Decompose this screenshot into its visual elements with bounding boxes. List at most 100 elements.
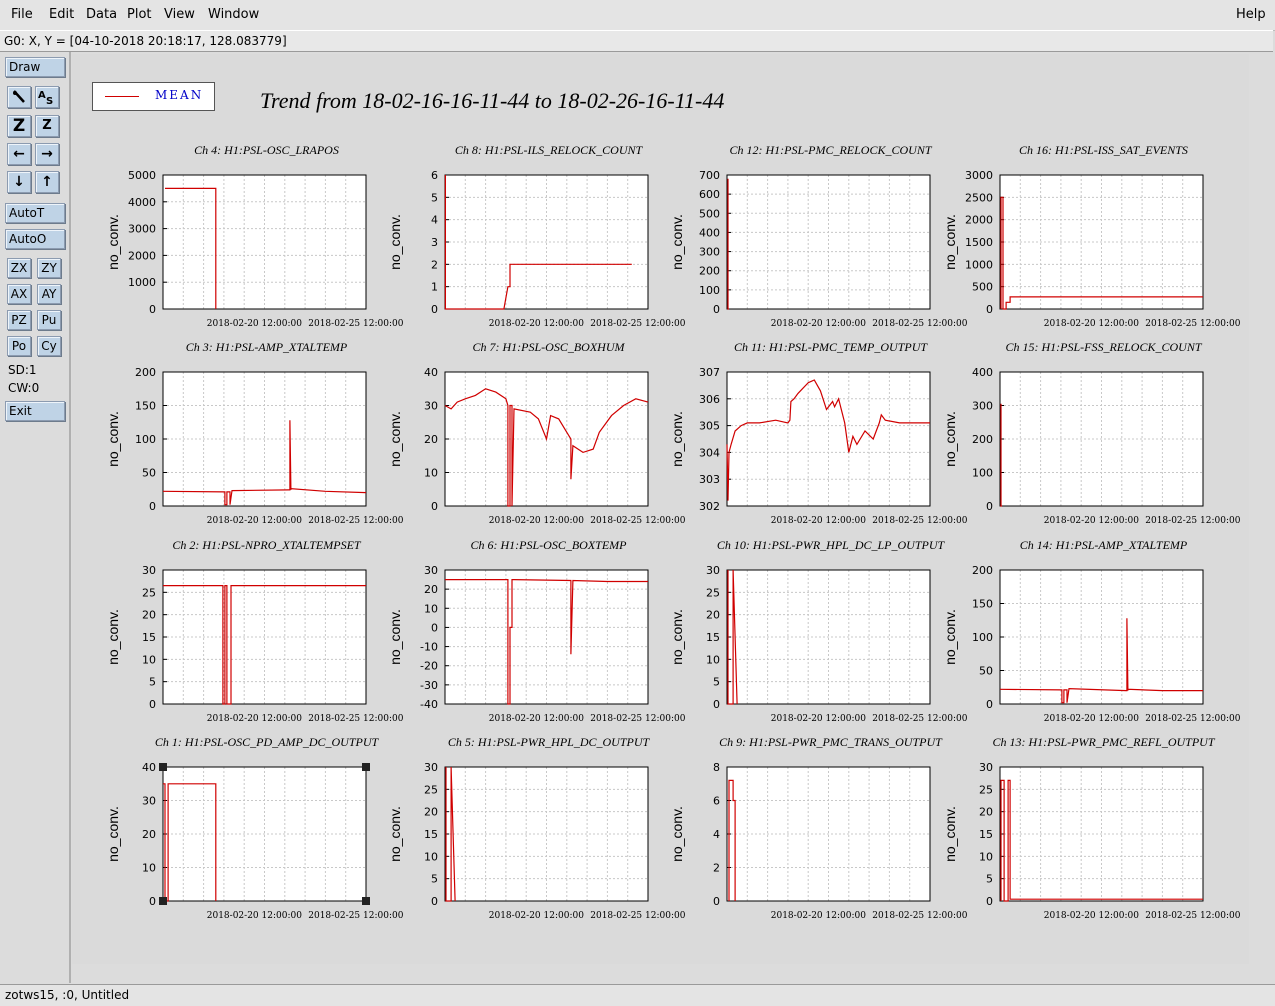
y-tick-label: 2000	[128, 249, 156, 262]
chart-title: Ch 12: H1:PSL-PMC_RELOCK_COUNT	[729, 143, 932, 157]
y-tick-label: 400	[699, 226, 720, 239]
y-axis-label: no_conv.	[387, 806, 403, 862]
y-tick-label: 0	[986, 303, 993, 316]
y-tick-label: 600	[699, 188, 720, 201]
x-tick-label: 2018-02-20 12:00:00	[207, 911, 302, 921]
y-tick-label: 5	[713, 676, 720, 689]
y-tick-label: 200	[135, 366, 156, 379]
y-tick-label: -30	[420, 679, 438, 692]
y-tick-label: 2	[713, 862, 720, 875]
y-tick-label: 150	[135, 400, 156, 413]
y-tick-label: 100	[972, 467, 993, 480]
x-tick-label: 2018-02-20 12:00:00	[1044, 911, 1139, 921]
chart-title: Ch 1: H1:PSL-OSC_PD_AMP_DC_OUTPUT	[155, 735, 380, 749]
selection-handle	[159, 897, 167, 905]
y-axis-label: no_conv.	[942, 806, 958, 862]
y-tick-label: 300	[972, 400, 993, 413]
x-tick-label: 2018-02-20 12:00:00	[489, 319, 584, 329]
y-tick-label: 25	[706, 586, 720, 599]
y-tick-label: 15	[979, 828, 993, 841]
y-tick-label: 50	[979, 665, 993, 678]
y-axis-label: no_conv.	[387, 411, 403, 467]
y-tick-label: 500	[699, 207, 720, 220]
x-tick-label: 2018-02-25 12:00:00	[1145, 911, 1240, 921]
x-tick-label: 2018-02-25 12:00:00	[872, 319, 967, 329]
y-tick-label: 200	[699, 265, 720, 278]
y-tick-label: -10	[420, 641, 438, 654]
y-tick-label: 6	[431, 169, 438, 182]
y-tick-label: 4	[431, 214, 438, 227]
y-axis-label: no_conv.	[942, 609, 958, 665]
y-tick-label: 2000	[965, 214, 993, 227]
y-tick-label: 700	[699, 169, 720, 182]
y-tick-label: 15	[142, 631, 156, 644]
y-axis-label: no_conv.	[942, 411, 958, 467]
y-axis-label: no_conv.	[387, 609, 403, 665]
status-bar: zotws15, :0, Untitled	[0, 984, 1275, 1006]
y-tick-label: 2	[431, 258, 438, 271]
chart-title: Ch 8: H1:PSL-ILS_RELOCK_COUNT	[455, 143, 644, 157]
y-tick-label: 1000	[965, 258, 993, 271]
y-tick-label: 30	[424, 564, 438, 577]
y-tick-label: 0	[986, 698, 993, 711]
y-tick-label: 306	[699, 393, 720, 406]
x-tick-label: 2018-02-20 12:00:00	[771, 319, 866, 329]
y-tick-label: 30	[424, 761, 438, 774]
selection-handle	[159, 763, 167, 771]
x-tick-label: 2018-02-25 12:00:00	[1145, 319, 1240, 329]
selection-handle	[362, 897, 370, 905]
y-tick-label: 5	[986, 873, 993, 886]
y-tick-label: 20	[706, 609, 720, 622]
y-tick-label: 4	[713, 828, 720, 841]
y-tick-label: 302	[699, 500, 720, 513]
y-axis-label: no_conv.	[669, 806, 685, 862]
y-tick-label: 10	[706, 653, 720, 666]
y-tick-label: 20	[424, 433, 438, 446]
x-tick-label: 2018-02-25 12:00:00	[590, 319, 685, 329]
y-axis-label: no_conv.	[669, 411, 685, 467]
x-tick-label: 2018-02-25 12:00:00	[308, 319, 403, 329]
x-tick-label: 2018-02-20 12:00:00	[1044, 319, 1139, 329]
x-tick-label: 2018-02-20 12:00:00	[207, 714, 302, 724]
selection-handle	[362, 763, 370, 771]
y-tick-label: 200	[972, 433, 993, 446]
y-tick-label: 0	[713, 303, 720, 316]
y-tick-label: -40	[420, 698, 438, 711]
y-tick-label: 0	[986, 895, 993, 908]
y-tick-label: 25	[424, 783, 438, 796]
y-axis-label: no_conv.	[105, 411, 121, 467]
x-tick-label: 2018-02-25 12:00:00	[1145, 714, 1240, 724]
y-tick-label: 15	[706, 631, 720, 644]
y-tick-label: 0	[431, 500, 438, 513]
y-tick-label: 100	[972, 631, 993, 644]
y-axis-label: no_conv.	[669, 609, 685, 665]
y-tick-label: 307	[699, 366, 720, 379]
y-tick-label: -20	[420, 660, 438, 673]
y-tick-label: 10	[142, 653, 156, 666]
x-tick-label: 2018-02-20 12:00:00	[771, 911, 866, 921]
y-tick-label: 0	[431, 621, 438, 634]
x-tick-label: 2018-02-20 12:00:00	[489, 516, 584, 526]
chart-title: Ch 11: H1:PSL-PMC_TEMP_OUTPUT	[734, 340, 928, 354]
x-tick-label: 2018-02-20 12:00:00	[489, 714, 584, 724]
chart-title: Ch 15: H1:PSL-FSS_RELOCK_COUNT	[1005, 340, 1202, 354]
chart-title: Ch 13: H1:PSL-PWR_PMC_REFL_OUTPUT	[993, 735, 1216, 749]
y-tick-label: 20	[142, 609, 156, 622]
chart-title: Ch 6: H1:PSL-OSC_BOXTEMP	[471, 538, 628, 552]
y-tick-label: 4000	[128, 196, 156, 209]
x-tick-label: 2018-02-25 12:00:00	[872, 714, 967, 724]
x-tick-label: 2018-02-20 12:00:00	[1044, 714, 1139, 724]
y-tick-label: 0	[149, 500, 156, 513]
y-tick-label: 0	[713, 698, 720, 711]
x-tick-label: 2018-02-20 12:00:00	[489, 911, 584, 921]
y-tick-label: 0	[149, 303, 156, 316]
y-tick-label: 8	[713, 761, 720, 774]
y-tick-label: 30	[706, 564, 720, 577]
y-tick-label: 0	[149, 698, 156, 711]
y-tick-label: 25	[979, 783, 993, 796]
y-axis-label: no_conv.	[942, 214, 958, 270]
x-tick-label: 2018-02-25 12:00:00	[872, 516, 967, 526]
y-tick-label: 50	[142, 467, 156, 480]
chart-title: Ch 4: H1:PSL-OSC_LRAPOS	[194, 143, 339, 157]
y-tick-label: 5	[149, 676, 156, 689]
